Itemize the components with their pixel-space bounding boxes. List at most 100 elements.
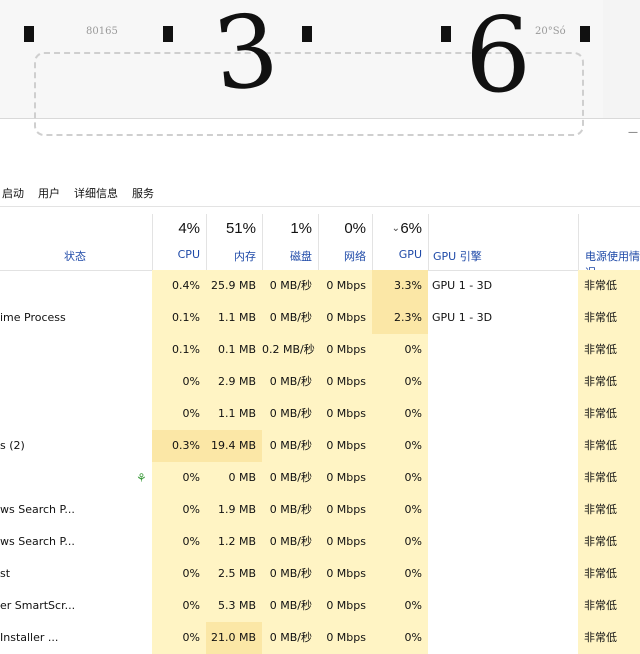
power-usage-cell: 非常低 xyxy=(578,430,640,462)
paper-black-mark xyxy=(24,26,34,42)
paper-black-mark xyxy=(441,26,451,42)
network-cell: 0 Mbps xyxy=(318,558,372,590)
network-column-header[interactable]: 0% 网络 xyxy=(318,214,372,270)
network-cell: 0 Mbps xyxy=(318,334,372,366)
cpu-cell: 0.1% xyxy=(152,302,206,334)
table-row[interactable]: er SmartScr... 0% 5.3 MB 0 MB/秒 0 Mbps 0… xyxy=(0,590,640,622)
gpu-engine-cell xyxy=(428,494,578,526)
cpu-total: 4% xyxy=(178,220,200,237)
memory-cell: 0 MB xyxy=(206,462,262,494)
disk-cell: 0 MB/秒 xyxy=(262,558,318,590)
tab-services[interactable]: 服务 xyxy=(130,185,156,201)
gpu-cell: 0% xyxy=(372,494,428,526)
network-cell: 0 Mbps xyxy=(318,430,372,462)
memory-cell: 2.5 MB xyxy=(206,558,262,590)
gpu-engine-header-label: GPU 引擎 xyxy=(433,250,482,263)
disk-column-header[interactable]: 1% 磁盘 xyxy=(262,214,318,270)
table-row[interactable]: 0% 1.1 MB 0 MB/秒 0 Mbps 0% 非常低 xyxy=(0,398,640,430)
process-name: er SmartScr... xyxy=(0,599,76,612)
network-cell: 0 Mbps xyxy=(318,302,372,334)
table-row[interactable]: Installer ... 0% 21.0 MB 0 MB/秒 0 Mbps 0… xyxy=(0,622,640,654)
gpu-engine-cell xyxy=(428,334,578,366)
power-usage-column-header[interactable]: 电源使用情况 xyxy=(578,214,640,279)
gpu-cell: 0% xyxy=(372,398,428,430)
gpu-cell: 0% xyxy=(372,526,428,558)
disk-cell: 0 MB/秒 xyxy=(262,462,318,494)
gpu-engine-column-header[interactable]: GPU 引擎 xyxy=(428,214,578,270)
power-usage-cell: 非常低 xyxy=(578,590,640,622)
cpu-cell: 0% xyxy=(152,622,206,654)
disk-total: 1% xyxy=(290,220,312,237)
table-row[interactable]: s (2) 0.3% 19.4 MB 0 MB/秒 0 Mbps 0% 非常低 xyxy=(0,430,640,462)
process-name: ime Process xyxy=(0,311,66,324)
power-usage-cell: 非常低 xyxy=(578,494,640,526)
process-table: 0.4% 25.9 MB 0 MB/秒 0 Mbps 3.3% GPU 1 - … xyxy=(0,270,640,654)
tab-users[interactable]: 用户 xyxy=(36,185,62,201)
cpu-cell: 0.1% xyxy=(152,334,206,366)
network-cell: 0 Mbps xyxy=(318,622,372,654)
cpu-cell: 0% xyxy=(152,558,206,590)
paper-black-mark xyxy=(163,26,173,42)
table-row[interactable]: 0.1% 0.1 MB 0.2 MB/秒 0 Mbps 0% 非常低 xyxy=(0,334,640,366)
gpu-column-header[interactable]: ⌄ 6% GPU xyxy=(372,214,428,270)
table-row[interactable]: 0.4% 25.9 MB 0 MB/秒 0 Mbps 3.3% GPU 1 - … xyxy=(0,270,640,302)
process-name xyxy=(0,366,150,398)
power-usage-cell: 非常低 xyxy=(578,334,640,366)
memory-cell: 2.9 MB xyxy=(206,366,262,398)
memory-cell: 1.1 MB xyxy=(206,302,262,334)
cpu-header-label: CPU xyxy=(177,248,200,261)
gpu-cell: 0% xyxy=(372,558,428,590)
tab-startup[interactable]: 启动 xyxy=(0,185,26,201)
gpu-engine-cell xyxy=(428,366,578,398)
gpu-cell: 0% xyxy=(372,462,428,494)
handwritten-digit-3: 3 xyxy=(208,0,284,115)
table-row[interactable]: ⚘ 0% 0 MB 0 MB/秒 0 Mbps 0% 非常低 xyxy=(0,462,640,494)
memory-cell: 21.0 MB xyxy=(206,622,262,654)
scanned-paper: 80165 20°Só 3 6 xyxy=(0,0,640,136)
cpu-cell: 0% xyxy=(152,366,206,398)
process-name xyxy=(0,334,150,366)
process-name: ws Search P... xyxy=(0,535,75,548)
cpu-column-header[interactable]: 4% CPU xyxy=(152,214,206,270)
process-name: st xyxy=(0,567,11,580)
table-row[interactable]: ws Search P... 0% 1.9 MB 0 MB/秒 0 Mbps 0… xyxy=(0,494,640,526)
network-cell: 0 Mbps xyxy=(318,494,372,526)
gpu-cell: 3.3% xyxy=(372,270,428,302)
paper-black-mark xyxy=(580,26,590,42)
status-column-header[interactable]: 状态 xyxy=(60,214,152,270)
memory-cell: 1.1 MB xyxy=(206,398,262,430)
disk-cell: 0 MB/秒 xyxy=(262,398,318,430)
disk-header-label: 磁盘 xyxy=(290,250,312,263)
gpu-cell: 0% xyxy=(372,622,428,654)
memory-cell: 5.3 MB xyxy=(206,590,262,622)
power-usage-cell: 非常低 xyxy=(578,270,640,302)
process-name: s (2) xyxy=(0,439,25,452)
cpu-cell: 0% xyxy=(152,462,206,494)
tab-details[interactable]: 详细信息 xyxy=(72,185,120,201)
process-table-header: 状态 4% CPU 51% 内存 1% 磁盘 0% 网络 ⌄ 6% GPU GP… xyxy=(0,214,640,279)
power-usage-cell: 非常低 xyxy=(578,558,640,590)
memory-cell: 19.4 MB xyxy=(206,430,262,462)
cpu-cell: 0.4% xyxy=(152,270,206,302)
close-icon[interactable]: — xyxy=(628,127,638,138)
power-usage-cell: 非常低 xyxy=(578,526,640,558)
memory-cell: 0.1 MB xyxy=(206,334,262,366)
table-row[interactable]: ws Search P... 0% 1.2 MB 0 MB/秒 0 Mbps 0… xyxy=(0,526,640,558)
process-name xyxy=(0,462,150,494)
cpu-cell: 0% xyxy=(152,526,206,558)
table-row[interactable]: 0% 2.9 MB 0 MB/秒 0 Mbps 0% 非常低 xyxy=(0,366,640,398)
leaf-icon: ⚘ xyxy=(136,471,147,485)
power-usage-cell: 非常低 xyxy=(578,366,640,398)
disk-cell: 0 MB/秒 xyxy=(262,494,318,526)
process-name: Installer ... xyxy=(0,631,59,644)
power-usage-cell: 非常低 xyxy=(578,398,640,430)
cpu-cell: 0.3% xyxy=(152,430,206,462)
gpu-cell: 0% xyxy=(372,366,428,398)
table-row[interactable]: st 0% 2.5 MB 0 MB/秒 0 Mbps 0% 非常低 xyxy=(0,558,640,590)
table-row[interactable]: ime Process 0.1% 1.1 MB 0 MB/秒 0 Mbps 2.… xyxy=(0,302,640,334)
memory-column-header[interactable]: 51% 内存 xyxy=(206,214,262,270)
disk-cell: 0 MB/秒 xyxy=(262,590,318,622)
disk-cell: 0 MB/秒 xyxy=(262,366,318,398)
memory-cell: 25.9 MB xyxy=(206,270,262,302)
gpu-engine-cell xyxy=(428,526,578,558)
